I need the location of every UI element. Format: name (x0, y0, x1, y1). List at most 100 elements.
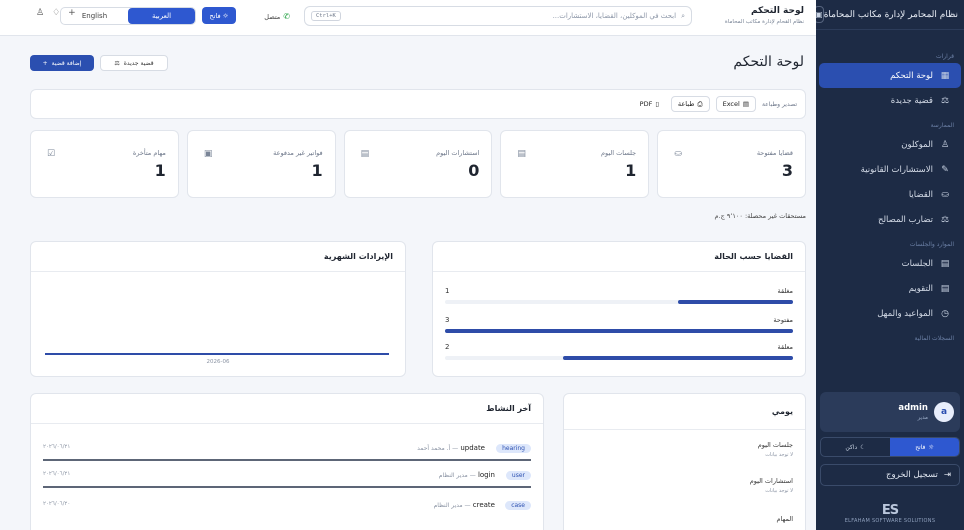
activity-row[interactable]: hearing update — أ. محمد أحمد ٢٠٢٦/٠٦/٢١ (43, 442, 531, 466)
sidebar-item-clients[interactable]: ♙ الموكلون (819, 132, 961, 157)
daily-card: يومي جلسات اليوم لا توجد بيانات استشارات… (563, 393, 806, 530)
user-card[interactable]: a admin مدير (820, 392, 960, 432)
search-icon: ⌕ (681, 11, 685, 20)
activity-row[interactable]: user login — مدير النظام ٢٠٢٦/٠٦/٢١ (43, 469, 531, 493)
activity-tag: case (505, 501, 531, 510)
status-count: 2 (445, 343, 450, 351)
activity-row[interactable]: case create — مدير النظام ٢٠٢٦/٠٦/٢٠ (43, 499, 531, 523)
connection-label: متصل (264, 12, 281, 21)
add-case-label: إضافة قضية (51, 59, 82, 67)
excel-label: Excel (722, 100, 740, 108)
sidebar-item-label: الجلسات (901, 258, 933, 269)
export-bar: تصدير وطباعة ▤ Excel ⎙ طباعة ▯ PDF (30, 89, 806, 119)
print-button[interactable]: ⎙ طباعة (670, 96, 710, 112)
logout-label: تسجيل الخروج (886, 470, 938, 480)
stat-value: 1 (154, 161, 166, 180)
connection-status: ✆ متصل (264, 12, 290, 21)
theme-light-button[interactable]: ☼ فاتح (890, 438, 959, 456)
theme-switch: ☼ فاتح ☾ داكن (820, 437, 960, 457)
avatar: a (934, 402, 954, 422)
sidebar-item-new-case[interactable]: ⚖ قضية جديدة (819, 88, 961, 113)
daily-section: استشارات اليوم لا توجد بيانات (750, 477, 793, 494)
stat-open-cases[interactable]: قضايا مفتوحة 3 ⛀ (657, 130, 806, 198)
activity-user: مدير النظام (433, 502, 463, 509)
revenue-card-title: الإيرادات الشهرية (31, 242, 405, 272)
brand-logo: ES (881, 503, 899, 518)
divider (43, 486, 531, 488)
status-count: 1 (445, 287, 450, 295)
stat-label: مهام متأخرة (132, 149, 166, 157)
search-shortcut: Ctrl+K (311, 11, 341, 21)
excel-button[interactable]: ▤ Excel (715, 96, 756, 112)
sidebar-item-label: الاستشارات القانونية (860, 164, 933, 175)
logout-button[interactable]: ⇥ تسجيل الخروج (820, 464, 960, 486)
stat-unpaid-invoices[interactable]: فواتير غير مدفوعة 1 ▣ (186, 130, 336, 198)
stats-row: قضايا مفتوحة 3 ⛀ جلسات اليوم 1 ▤ استشارا… (30, 130, 806, 198)
stat-value: 1 (311, 161, 323, 180)
daily-card-title: يومي (564, 394, 805, 430)
activity-date: ٢٠٢٦/٠٦/٢١ (43, 471, 71, 477)
calendar-icon: ▤ (517, 149, 526, 159)
user-icon[interactable]: ♙ (36, 8, 44, 18)
logout-icon: ⇥ (943, 470, 951, 480)
plus-icon[interactable]: + (68, 8, 76, 18)
sidebar-item-dashboard[interactable]: ▦ لوحة التحكم (819, 63, 961, 88)
stat-consultations-today[interactable]: استشارات اليوم 0 ▤ (343, 130, 493, 198)
user-name: admin (898, 403, 928, 413)
activity-text: create — مدير النظام (433, 501, 495, 509)
sidebar-item-calendar[interactable]: ▤ التقويم (819, 276, 961, 301)
sidebar-title: نظام المحامر لإدارة مكاتب المحاماة (823, 9, 958, 20)
daily-section-title: جلسات اليوم (757, 441, 793, 449)
bell-icon[interactable]: ♢ (52, 8, 60, 18)
calendar-icon: ▤ (940, 258, 950, 269)
daily-section-title: المهام (776, 515, 793, 523)
calendar-icon: ▤ (940, 283, 950, 294)
sidebar-item-label: تضارب المصالح (877, 214, 933, 225)
activity-date: ٢٠٢٦/٠٦/٢٠ (43, 501, 71, 507)
status-label: مفتوحة (773, 316, 793, 324)
export-label: تصدير وطباعة (761, 100, 797, 108)
scales-icon: ⚖ (940, 95, 950, 106)
search-input[interactable]: ⌕ ابحث في الموكلين، القضايا، الاستشارات.… (304, 6, 692, 26)
stat-hearings-today[interactable]: جلسات اليوم 1 ▤ (500, 130, 650, 198)
sidebar: نظام المحامر لإدارة مكاتب المحاماة ▣ قرا… (814, 0, 964, 530)
sidebar-item-deadlines[interactable]: ◷ المواعيد والمهل (819, 301, 961, 326)
stat-overdue-tasks[interactable]: مهام متأخرة 1 ☑ (30, 130, 179, 198)
status-label: مغلقة (777, 287, 793, 295)
status-count: 3 (445, 316, 450, 324)
moon-icon: ☾ (860, 443, 866, 451)
activity-tag: user (505, 471, 531, 480)
edit-icon: ✎ (941, 164, 949, 175)
sidebar-section-label: الممارسة (930, 122, 954, 129)
briefcase-icon: ⛀ (674, 149, 682, 159)
stat-value: 3 (781, 161, 793, 180)
new-case-button[interactable]: قضية جديدة ⚖ (100, 55, 168, 71)
light-mode-button[interactable]: ☼ فاتح (202, 7, 236, 24)
activity-user: أ. محمد أحمد (417, 445, 451, 452)
sidebar-item-label: لوحة التحكم (890, 70, 933, 81)
printer-icon: ⎙ (697, 99, 703, 108)
sidebar-header: نظام المحامر لإدارة مكاتب المحاماة ▣ (814, 0, 964, 30)
sidebar-item-cases[interactable]: ⛀ القضايا (819, 182, 961, 207)
topbar-icons: ♙ ♢ + (36, 8, 76, 18)
stat-label: فواتير غير مدفوعة (273, 149, 323, 157)
sidebar-item-conflicts[interactable]: ⚖ تضارب المصالح (819, 207, 961, 232)
stat-value: 1 (625, 161, 637, 180)
sidebar-section-label: السجلات المالية (914, 335, 954, 342)
topbar: لوحة التحكم نظام القحام لإدارة مكاتب الم… (0, 0, 816, 36)
status-track (445, 329, 793, 333)
status-row: مغلقة 1 (445, 287, 793, 307)
stat-label: قضايا مفتوحة (756, 149, 793, 157)
topbar-subtitle: نظام القحام لإدارة مكاتب المحاماة (724, 19, 804, 25)
status-row: مفتوحة 3 (445, 316, 793, 336)
activity-card: آخر النشاط hearing update — أ. محمد أحمد… (30, 393, 544, 530)
lang-arabic-button[interactable]: العربية (128, 8, 195, 24)
daily-section-empty: لا توجد بيانات (765, 488, 793, 494)
activity-action: update (460, 444, 485, 452)
sidebar-item-hearings[interactable]: ▤ الجلسات (819, 251, 961, 276)
sidebar-item-consultations[interactable]: ✎ الاستشارات القانونية (819, 157, 961, 182)
add-case-button[interactable]: إضافة قضية + (30, 55, 94, 71)
file-icon: ▯ (655, 100, 659, 108)
pdf-button[interactable]: ▯ PDF (633, 96, 665, 112)
theme-dark-button[interactable]: ☾ داكن (821, 438, 890, 456)
